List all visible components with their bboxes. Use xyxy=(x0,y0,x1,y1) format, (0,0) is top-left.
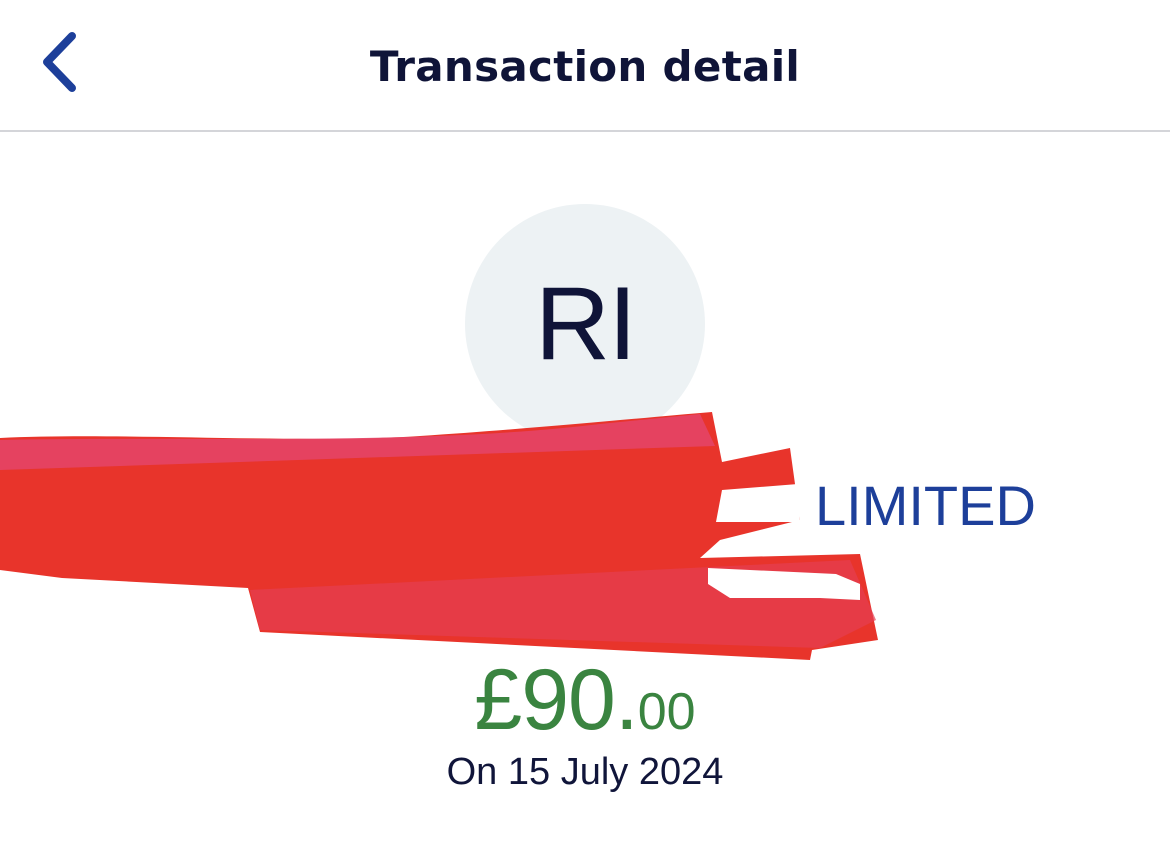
merchant-name: LIMITED xyxy=(815,474,1036,537)
whiteout-mark-2 xyxy=(708,568,860,600)
amount-minor: 00 xyxy=(637,683,696,741)
merchant-initials: RI xyxy=(535,266,637,382)
redaction-stroke-main xyxy=(0,412,878,660)
page-title: Transaction detail xyxy=(369,42,801,91)
transaction-date: On 15 July 2024 xyxy=(446,751,724,793)
amount-major: £90. xyxy=(474,652,638,748)
app-header: Transaction detail xyxy=(0,0,1170,132)
merchant-avatar: RI xyxy=(465,204,705,444)
redaction-stroke-lower xyxy=(250,560,876,648)
whiteout-mark-1 xyxy=(716,484,800,522)
